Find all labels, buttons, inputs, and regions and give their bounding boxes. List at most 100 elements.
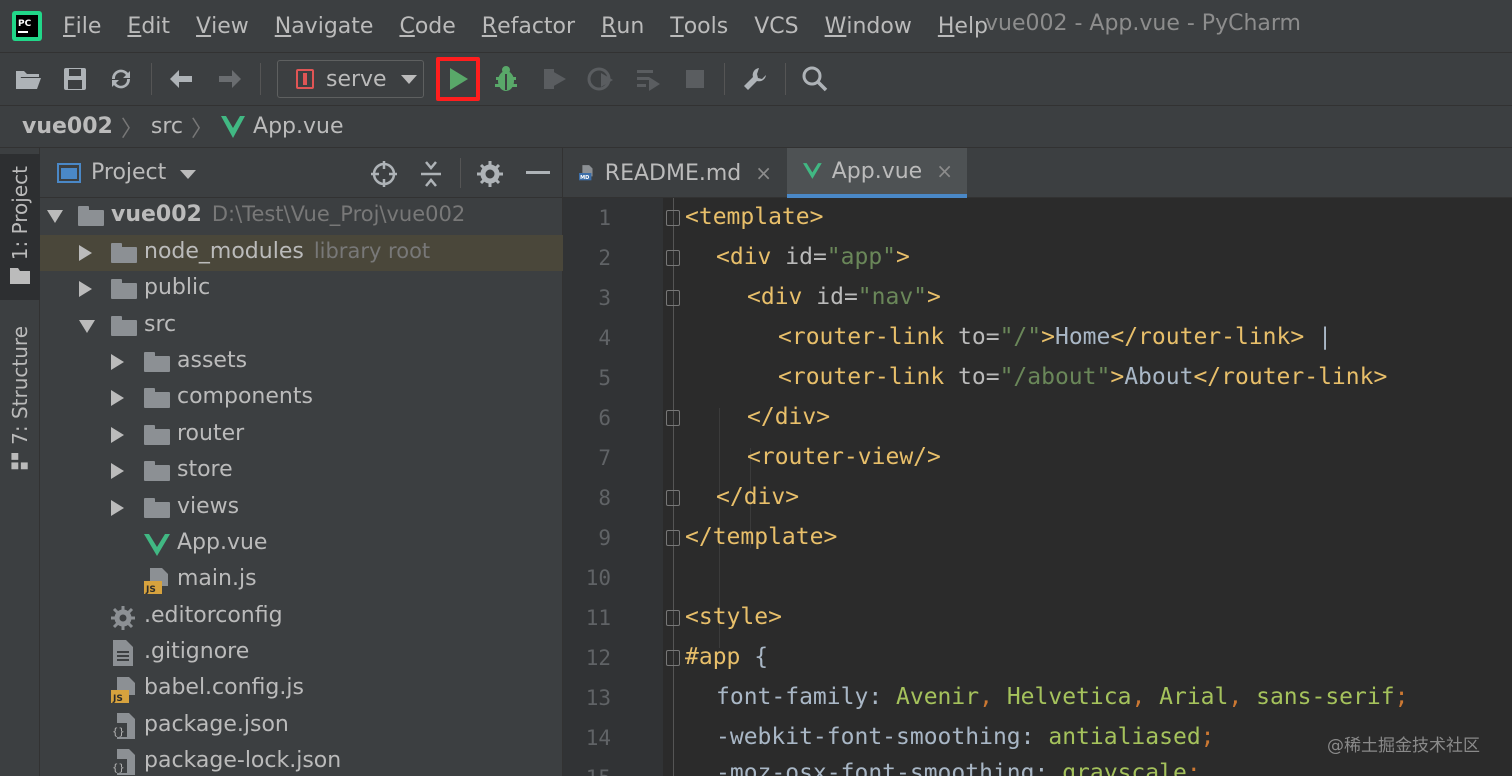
fold-marker-icon[interactable]	[666, 530, 680, 546]
fold-marker-icon[interactable]	[666, 610, 680, 626]
menu-mnemonic: E	[127, 13, 142, 39]
forward-arrow-icon[interactable]	[212, 61, 248, 97]
tree-item-components[interactable]: components	[40, 380, 563, 416]
fold-marker-icon[interactable]	[666, 410, 680, 426]
breadcrumb-folder[interactable]: src	[151, 114, 183, 139]
menu-mnemonic: T	[670, 13, 684, 39]
tree-expand-icon[interactable]	[111, 354, 124, 370]
menu-item[interactable]: Refactor	[469, 0, 588, 52]
tree-item-editorconfig[interactable]: .editorconfig	[40, 599, 563, 635]
markdown-file-icon: MD	[579, 165, 593, 181]
tree-item-babel-config[interactable]: JS babel.config.js	[40, 671, 563, 707]
tree-item-public[interactable]: public	[40, 271, 563, 307]
save-all-icon[interactable]	[57, 61, 93, 97]
menu-item-label: dit	[141, 13, 171, 39]
tree-expand-icon[interactable]	[111, 390, 124, 406]
fold-marker-icon[interactable]	[666, 650, 680, 666]
npm-config-icon	[296, 69, 314, 89]
menu-item[interactable]: Navigate	[262, 0, 387, 52]
line-number: 11	[585, 606, 611, 630]
menu-item[interactable]: Code	[386, 0, 468, 52]
tree-item-project-root[interactable]: vue002 D:\Test\Vue_Proj\vue002	[40, 198, 563, 234]
debug-icon[interactable]	[488, 61, 524, 97]
breadcrumb-file-label: App.vue	[253, 114, 344, 139]
run-button-highlight	[436, 57, 480, 101]
stop-icon[interactable]	[677, 61, 713, 97]
gear-icon[interactable]	[476, 160, 504, 188]
tree-expand-icon[interactable]	[111, 463, 124, 479]
svg-text:{}: {}	[112, 727, 125, 738]
code-token: Helvetica	[1006, 684, 1132, 710]
tree-expand-icon[interactable]	[79, 281, 92, 297]
breadcrumb-project[interactable]: vue002	[22, 114, 113, 139]
close-icon[interactable]: ×	[936, 159, 953, 183]
code-line[interactable]: <router-link to="/about">About</router-l…	[778, 364, 1387, 390]
tree-item-gitignore[interactable]: .gitignore	[40, 635, 563, 671]
tree-expand-icon[interactable]	[111, 500, 124, 516]
breadcrumb-file[interactable]: App.vue	[221, 114, 344, 139]
code-line[interactable]: <template>	[685, 204, 823, 230]
tree-expand-icon[interactable]	[111, 427, 124, 443]
minimize-icon[interactable]	[526, 170, 550, 176]
run-with-coverage-icon[interactable]	[536, 61, 572, 97]
code-line[interactable]: font-family: Avenir, Helvetica, Arial, s…	[716, 684, 1408, 710]
project-panel-title[interactable]: Project	[91, 160, 166, 185]
code-line[interactable]: #app {	[685, 644, 768, 670]
menu-item-label: VCS	[754, 13, 799, 39]
tree-item-label: store	[177, 457, 233, 482]
code-line[interactable]: <style>	[685, 604, 782, 630]
menu-item[interactable]: Run	[588, 0, 657, 52]
code-line[interactable]: <router-link to="/">Home</router-link> |	[778, 324, 1332, 350]
tree-item-src[interactable]: src	[40, 308, 563, 344]
code-line[interactable]: -webkit-font-smoothing: antialiased;	[716, 724, 1215, 750]
synchronize-icon[interactable]	[103, 61, 139, 97]
tab-app-vue[interactable]: App.vue ×	[787, 148, 967, 198]
concurrency-diagram-icon[interactable]	[630, 61, 666, 97]
code-line[interactable]: </div>	[747, 404, 830, 430]
code-token: <template>	[685, 204, 824, 230]
tree-item-app-vue[interactable]: App.vue	[40, 526, 563, 562]
tree-expand-icon[interactable]	[79, 245, 92, 261]
code-line[interactable]: <div id="nav">	[747, 284, 941, 310]
locate-file-icon[interactable]	[370, 160, 398, 188]
code-token: ,	[979, 684, 1007, 710]
tree-item-package-lock-json[interactable]: {} package-lock.json	[40, 744, 563, 776]
tree-item-node-modules[interactable]: node_modules library root	[40, 235, 563, 271]
tree-item-views[interactable]: views	[40, 490, 563, 526]
tab-readme[interactable]: MD README.md ×	[563, 148, 786, 198]
menu-item[interactable]: File	[50, 0, 114, 52]
code-line[interactable]: <router-view/>	[747, 444, 941, 470]
run-configuration-select[interactable]: serve	[277, 60, 424, 98]
open-folder-icon[interactable]	[10, 61, 46, 97]
code-line[interactable]: <div id="app">	[716, 244, 910, 270]
profile-icon[interactable]	[583, 61, 619, 97]
tree-item-store[interactable]: store	[40, 453, 563, 489]
tree-item-main-js[interactable]: JS main.js	[40, 562, 563, 598]
fold-marker-icon[interactable]	[666, 290, 680, 306]
menu-item[interactable]: VCS	[741, 0, 811, 52]
code-line[interactable]: -moz-osx-font-smoothing: grayscale;	[716, 760, 1201, 776]
fold-marker-icon[interactable]	[666, 490, 680, 506]
collapse-all-icon[interactable]	[417, 160, 445, 188]
menu-item[interactable]: Tools	[657, 0, 741, 52]
back-arrow-icon[interactable]	[163, 61, 199, 97]
code-line[interactable]: </template>	[685, 524, 837, 550]
menu-item[interactable]: Window	[812, 0, 925, 52]
tree-item-package-json[interactable]: {} package.json	[40, 708, 563, 744]
structure-tool-tab[interactable]: 7: Structure	[0, 320, 40, 470]
chevron-down-icon[interactable]	[180, 170, 196, 179]
settings-wrench-icon[interactable]	[737, 61, 773, 97]
code-line[interactable]: </div>	[716, 484, 799, 510]
tree-collapse-icon[interactable]	[79, 320, 95, 333]
fold-marker-icon[interactable]	[666, 210, 680, 226]
project-tool-tab[interactable]: 1: Project	[0, 154, 40, 300]
fold-marker-icon[interactable]	[666, 250, 680, 266]
tree-expand-icon[interactable]	[47, 210, 63, 223]
code-token: Home	[1054, 324, 1111, 350]
close-icon[interactable]: ×	[755, 161, 772, 185]
tree-item-router[interactable]: router	[40, 417, 563, 453]
tree-item-assets[interactable]: assets	[40, 344, 563, 380]
search-icon[interactable]	[797, 61, 833, 97]
menu-item[interactable]: Edit	[114, 0, 183, 52]
menu-item[interactable]: View	[183, 0, 262, 52]
